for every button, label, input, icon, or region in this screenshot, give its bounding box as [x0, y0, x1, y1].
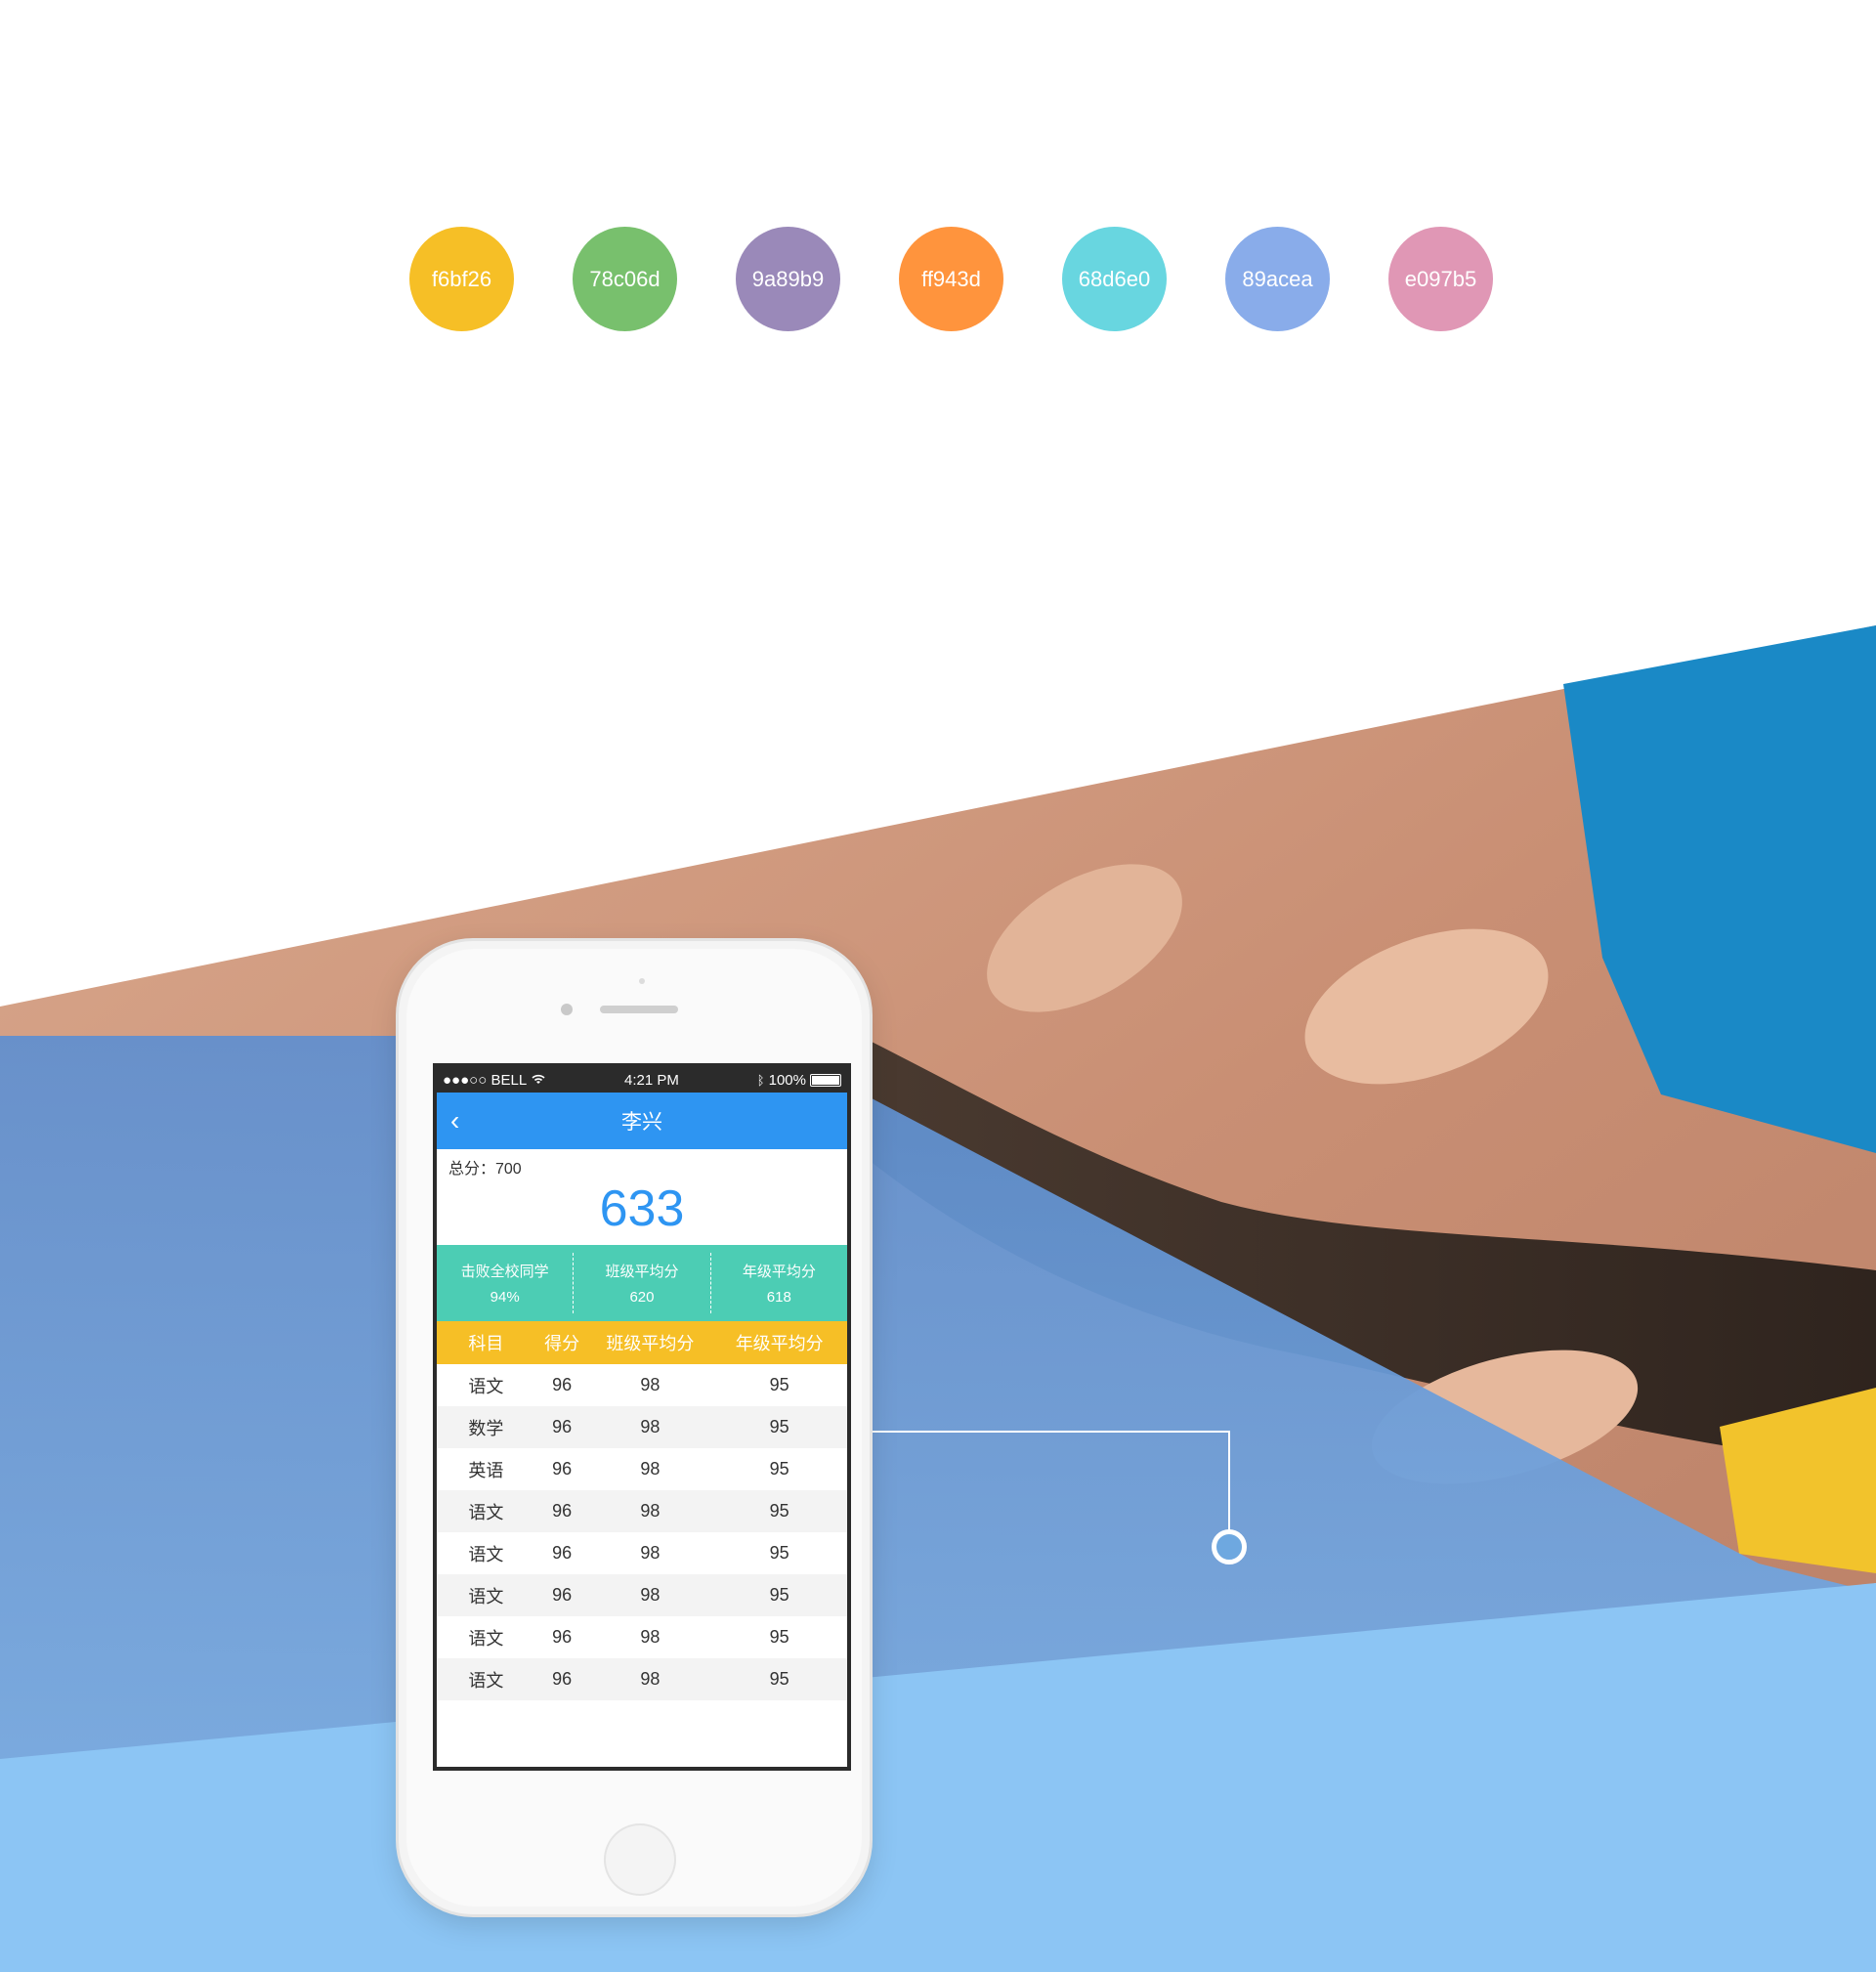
table-cell: 96 — [552, 1459, 573, 1479]
status-bar: ●●●○○ BELL 4:21 PM ᛒ 100% — [437, 1067, 847, 1093]
table-cell: 96 — [534, 1574, 589, 1616]
stat-label: 击败全校同学 — [460, 1264, 549, 1280]
table-cell: 96 — [534, 1490, 589, 1532]
stat-grade-average: 年级平均分 618 — [709, 1253, 847, 1313]
callout-line-vertical — [1228, 1431, 1230, 1538]
phone-mockup: ●●●○○ BELL 4:21 PM ᛒ 100% ‹ 李兴 总分：700 63… — [399, 941, 870, 1914]
table-cell: 95 — [711, 1406, 847, 1448]
stats-bar: 击败全校同学 94% 班级平均分 620 年级平均分 618 — [437, 1245, 847, 1321]
table-cell: 语文 — [468, 1544, 504, 1565]
table-cell: 语文 — [468, 1628, 504, 1649]
stat-value: 620 — [629, 1289, 655, 1306]
table-row[interactable]: 语文 96 98 95 — [437, 1658, 847, 1700]
nav-bar: ‹ 李兴 — [437, 1093, 847, 1149]
phone-sensor — [639, 978, 645, 984]
home-button[interactable] — [604, 1823, 676, 1896]
nav-title: 李兴 — [621, 1111, 662, 1134]
stat-label: 班级平均分 — [605, 1264, 679, 1280]
table-cell: 95 — [769, 1459, 789, 1479]
chevron-left-icon[interactable]: ‹ — [450, 1107, 459, 1135]
table-cell: 语文 — [468, 1376, 504, 1396]
phone-camera — [561, 1004, 573, 1015]
column-header: 年级平均分 — [711, 1321, 847, 1364]
table-cell: 98 — [588, 1490, 712, 1532]
table-header-row: 科目 得分 班级平均分 年级平均分 — [437, 1321, 847, 1364]
table-cell: 95 — [711, 1574, 847, 1616]
table-cell: 98 — [640, 1375, 661, 1394]
hero-photo-band — [0, 625, 1876, 1972]
table-row[interactable]: 语文 96 98 95 — [437, 1490, 847, 1532]
wifi-icon — [531, 1072, 546, 1089]
callout-dot — [1212, 1529, 1247, 1565]
table-cell: 96 — [534, 1406, 589, 1448]
table-cell: 95 — [711, 1658, 847, 1700]
table-cell: 数学 — [437, 1406, 535, 1448]
table-cell: 语文 — [437, 1490, 535, 1532]
phone-screen: ●●●○○ BELL 4:21 PM ᛒ 100% ‹ 李兴 总分：700 63… — [433, 1063, 851, 1771]
table-cell: 98 — [640, 1459, 661, 1479]
table-cell: 98 — [640, 1543, 661, 1563]
phone-speaker — [600, 1006, 678, 1013]
page: f6bf26 78c06d 9a89b9 ff943d 68d6e0 89ace… — [0, 0, 1876, 1972]
battery-icon — [809, 1073, 841, 1087]
table-row[interactable]: 语文 96 98 95 — [437, 1532, 847, 1574]
student-score: 633 — [599, 1180, 685, 1237]
total-score-label: 总分：700 — [448, 1161, 522, 1178]
bluetooth-icon: ᛒ — [756, 1072, 765, 1088]
column-header: 科目 — [437, 1321, 535, 1364]
table-cell: 98 — [588, 1574, 712, 1616]
table-cell: 98 — [588, 1406, 712, 1448]
table-row[interactable]: 语文 96 98 95 — [437, 1364, 847, 1406]
table-cell: 95 — [769, 1627, 789, 1647]
table-row[interactable]: 英语 96 98 95 — [437, 1448, 847, 1490]
table-cell: 95 — [711, 1490, 847, 1532]
column-header: 得分 — [534, 1321, 589, 1364]
table-cell: 96 — [552, 1543, 573, 1563]
table-cell: 96 — [552, 1375, 573, 1394]
stat-value: 618 — [766, 1289, 791, 1306]
stat-beat-schoolmates: 击败全校同学 94% — [437, 1253, 573, 1313]
phone-bezel: ●●●○○ BELL 4:21 PM ᛒ 100% ‹ 李兴 总分：700 63… — [406, 949, 862, 1907]
table-row[interactable]: 数学 96 98 95 — [437, 1406, 847, 1448]
table-cell: 96 — [552, 1627, 573, 1647]
table-cell: 98 — [640, 1627, 661, 1647]
table-cell: 95 — [769, 1543, 789, 1563]
table-cell: 95 — [769, 1375, 789, 1394]
status-time: 4:21 PM — [624, 1071, 679, 1089]
table-cell: 98 — [588, 1658, 712, 1700]
table-cell: 语文 — [437, 1574, 535, 1616]
table-cell: 英语 — [468, 1460, 504, 1480]
table-row[interactable]: 语文 96 98 95 — [437, 1574, 847, 1616]
carrier-label: ●●●○○ BELL — [443, 1071, 528, 1089]
table-row[interactable]: 语文 96 98 95 — [437, 1616, 847, 1658]
stat-class-average: 班级平均分 620 — [573, 1253, 709, 1313]
table-cell: 语文 — [437, 1658, 535, 1700]
column-header: 班级平均分 — [588, 1321, 712, 1364]
stat-label: 年级平均分 — [742, 1264, 816, 1280]
battery-percent: 100% — [768, 1071, 806, 1089]
table-cell: 96 — [534, 1658, 589, 1700]
scores-table: 科目 得分 班级平均分 年级平均分 语文 96 98 95 数学 96 98 9… — [437, 1321, 847, 1700]
callout-line-horizontal — [869, 1431, 1230, 1433]
stat-value: 94% — [490, 1289, 520, 1306]
